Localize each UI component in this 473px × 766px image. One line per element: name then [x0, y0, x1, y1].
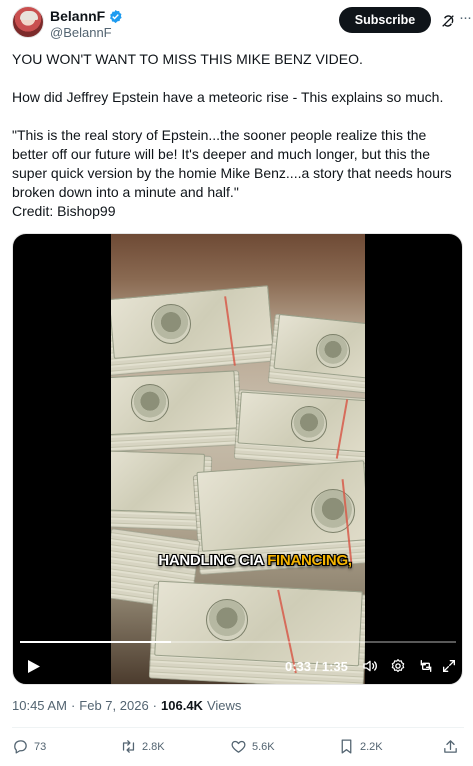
- author-name-row[interactable]: BelannF: [50, 8, 123, 24]
- volume-icon[interactable]: [362, 658, 378, 674]
- video-time: 0:33 / 1:35: [285, 659, 348, 674]
- share-icon: [444, 740, 457, 753]
- verified-badge-icon: [110, 9, 122, 23]
- tweet-meta: 10:45 AM · Feb 7, 2026 · 106.4K Views: [12, 698, 241, 713]
- tweet-line-credit: Credit: Bishop99: [12, 203, 116, 219]
- post-time[interactable]: 10:45 AM: [12, 698, 67, 713]
- grok-icon[interactable]: [440, 13, 456, 29]
- rotate-icon[interactable]: [418, 658, 434, 674]
- tweet-text: YOU WON'T WANT TO MISS THIS MIKE BENZ VI…: [12, 50, 464, 221]
- meta-separator: ·: [70, 698, 76, 713]
- author-handle[interactable]: @BelannF: [50, 25, 112, 40]
- video-progress-bar[interactable]: [20, 641, 456, 643]
- author-display-name[interactable]: BelannF: [50, 8, 105, 24]
- video-progress-fill: [20, 641, 172, 643]
- more-icon[interactable]: ···: [459, 10, 472, 25]
- tweet-line-headline: YOU WON'T WANT TO MISS THIS MIKE BENZ VI…: [12, 51, 363, 67]
- repost-icon: [122, 740, 135, 753]
- caption-white-text: HANDLING CIA: [158, 552, 268, 569]
- video-frame-money-stacks: HANDLING CIA FINANCING,: [111, 234, 365, 684]
- repost-count: 2.8K: [142, 740, 165, 753]
- action-bar: 73 2.8K 5.6K 2.2K: [12, 738, 464, 758]
- heart-icon: [231, 740, 246, 753]
- avatar[interactable]: [12, 6, 44, 38]
- reply-count: 73: [34, 740, 47, 753]
- play-icon[interactable]: [27, 659, 41, 674]
- tweet-line-question: How did Jeffrey Epstein have a meteoric …: [12, 89, 444, 105]
- divider: [12, 727, 464, 728]
- bookmark-button[interactable]: 2.2K: [338, 738, 383, 755]
- tweet-line-quote: "This is the real story of Epstein...the…: [12, 127, 452, 200]
- share-button[interactable]: [442, 738, 459, 755]
- reply-icon: [14, 740, 27, 754]
- video-caption: HANDLING CIA FINANCING,: [155, 552, 355, 569]
- reply-button[interactable]: 73: [12, 738, 46, 755]
- repost-button[interactable]: 2.8K: [120, 738, 165, 755]
- bookmark-count: 2.2K: [360, 740, 383, 753]
- video-player[interactable]: HANDLING CIA FINANCING, 0:33 / 1:35: [12, 233, 463, 685]
- caption-highlight-text: FINANCING,: [267, 552, 352, 569]
- views-label: Views: [206, 698, 242, 713]
- fullscreen-icon[interactable]: [441, 658, 457, 674]
- meta-separator: ·: [152, 698, 158, 713]
- settings-icon[interactable]: [390, 658, 406, 674]
- subscribe-button[interactable]: Subscribe: [339, 7, 431, 33]
- video-controls: 0:33 / 1:35: [13, 652, 462, 682]
- views-count[interactable]: 106.4K: [161, 698, 203, 713]
- like-button[interactable]: 5.6K: [230, 738, 275, 755]
- like-count: 5.6K: [252, 740, 275, 753]
- post-date[interactable]: Feb 7, 2026: [79, 698, 148, 713]
- bookmark-icon: [341, 739, 352, 754]
- tweet-header: BelannF @BelannF Subscribe ···: [12, 6, 472, 46]
